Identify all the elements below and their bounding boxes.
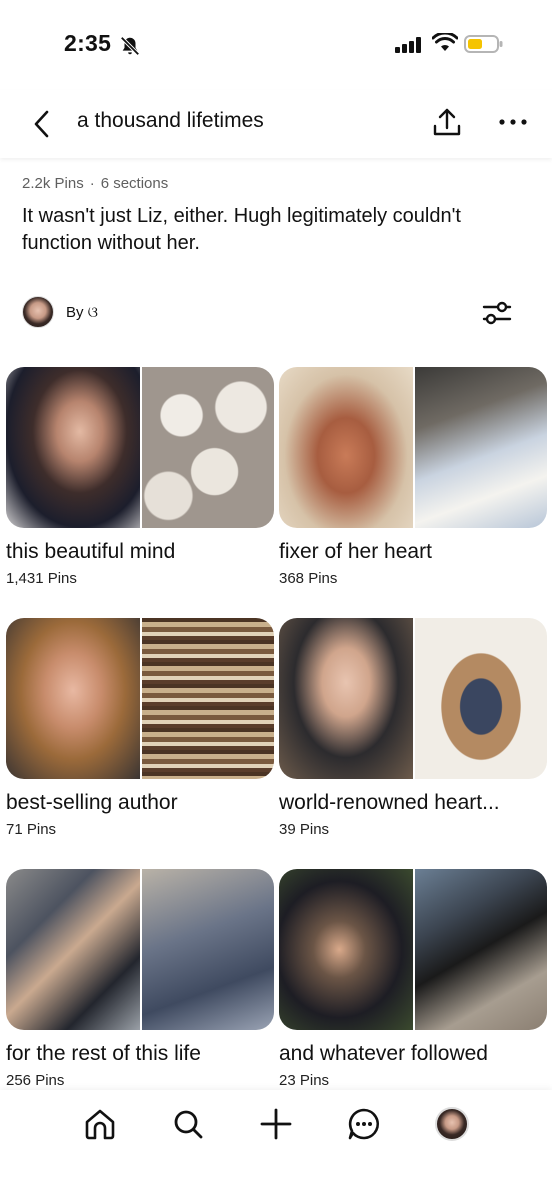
nav-profile[interactable]	[432, 1104, 472, 1144]
section-pin-count: 1,431 Pins	[6, 570, 77, 587]
section-pin-count: 23 Pins	[279, 1072, 330, 1089]
nav-home[interactable]	[80, 1104, 120, 1144]
section-cover[interactable]	[6, 869, 274, 1030]
section-cover[interactable]	[6, 618, 274, 779]
section-pin-count: 368 Pins	[279, 570, 338, 587]
status-time: 2:35	[64, 30, 112, 56]
cover-image-right	[413, 367, 547, 528]
nav-messages[interactable]	[344, 1104, 384, 1144]
section-title: for the rest of this life	[6, 1042, 201, 1065]
cover-image-left	[279, 618, 413, 779]
nav-search[interactable]	[168, 1104, 208, 1144]
plus-icon	[260, 1108, 292, 1140]
cover-image-left	[6, 367, 140, 528]
section-cover[interactable]	[279, 367, 547, 528]
board-header: a thousand lifetimes	[0, 90, 552, 158]
section-title: world-renowned heart...	[279, 791, 500, 814]
cover-image-right	[140, 869, 274, 1030]
home-icon	[85, 1109, 115, 1140]
meta-separator: ·	[89, 175, 95, 192]
section-card[interactable]: fixer of her heart 368 Pins	[279, 367, 547, 587]
cellular-signal-icon	[395, 37, 421, 53]
bottom-nav	[0, 1090, 552, 1200]
cover-image-right	[140, 367, 274, 528]
search-icon	[174, 1110, 203, 1139]
messages-icon	[348, 1108, 380, 1140]
section-card[interactable]: for the rest of this life 256 Pins	[6, 869, 274, 1089]
section-cover[interactable]	[279, 618, 547, 779]
cover-image-right	[413, 618, 547, 779]
sliders-icon	[482, 301, 512, 325]
wifi-icon	[432, 33, 458, 51]
status-bar: 2:35	[0, 0, 552, 90]
section-title: and whatever followed	[279, 1042, 488, 1065]
more-horizontal-icon	[499, 119, 527, 125]
board-description: It wasn't just Liz, either. Hugh legitim…	[22, 205, 461, 254]
section-card[interactable]: world-renowned heart... 39 Pins	[279, 618, 547, 838]
section-title: fixer of her heart	[279, 540, 432, 563]
board-owner[interactable]: By ଓ	[22, 296, 98, 328]
nav-create[interactable]	[256, 1104, 296, 1144]
section-card[interactable]: this beautiful mind 1,431 Pins	[6, 367, 274, 587]
section-pin-count: 71 Pins	[6, 821, 57, 838]
board-title: a thousand lifetimes	[77, 109, 264, 132]
section-card[interactable]: best-selling author 71 Pins	[6, 618, 274, 838]
cover-image-left	[279, 367, 413, 528]
cover-image-left	[279, 869, 413, 1030]
chevron-left-icon	[34, 110, 49, 138]
cover-image-right	[140, 618, 274, 779]
cover-image-right	[413, 869, 547, 1030]
cover-image-left	[6, 869, 140, 1030]
section-pin-count: 39 Pins	[279, 821, 330, 838]
section-card[interactable]: and whatever followed 23 Pins	[279, 869, 547, 1089]
more-options-button[interactable]	[494, 104, 532, 142]
cover-image-left	[6, 618, 140, 779]
back-button[interactable]	[24, 106, 60, 142]
filter-button[interactable]	[478, 296, 516, 330]
share-button[interactable]	[428, 104, 466, 142]
section-count: 6 sections	[100, 175, 169, 192]
profile-avatar[interactable]	[435, 1107, 469, 1141]
section-cover[interactable]	[279, 869, 547, 1030]
battery-icon	[464, 35, 503, 53]
share-upload-icon	[433, 108, 461, 136]
pin-count: 2.2k Pins	[22, 175, 84, 192]
section-pin-count: 256 Pins	[6, 1072, 65, 1089]
section-title: this beautiful mind	[6, 540, 176, 563]
board-meta: 2.2k Pins · 6 sections	[22, 175, 168, 192]
section-title: best-selling author	[6, 791, 178, 814]
bell-muted-icon	[120, 36, 140, 56]
section-cover[interactable]	[6, 367, 274, 528]
owner-avatar[interactable]	[22, 296, 54, 328]
owner-label[interactable]: By ଓ	[66, 304, 98, 321]
